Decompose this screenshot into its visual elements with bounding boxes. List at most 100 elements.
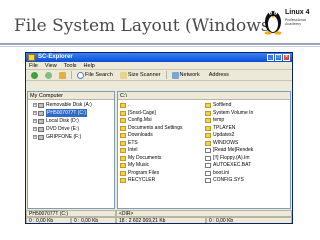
file-name: My Documents [128,154,162,161]
file-name: System Volume In [213,109,254,116]
size-scanner-button[interactable]: Size Scanner [118,71,163,80]
window-titlebar[interactable]: SC-Explorer _ □ × [26,53,292,62]
file-name: [Read Me]Rendek [213,147,254,153]
drive-item[interactable]: + PH5007077T (C:) [28,109,114,117]
drive-label: GRIPFONE (F:) [46,134,82,140]
folder-icon [205,133,211,139]
drive-icon [38,134,44,140]
file-item[interactable]: CONFIG.SYS [205,177,290,185]
folder-icon [205,118,211,124]
drive-item[interactable]: + Removable Disk (A:) [28,101,114,109]
folder-icon [120,125,126,131]
file-item[interactable]: [Read Me]Rendek [205,147,290,155]
status-left-size-2: 0 : 0,00 Kb [71,217,116,223]
folder-item[interactable]: My Documents [120,155,205,163]
file-icon [205,148,211,154]
folder-item[interactable]: [Snsd-Cage] [120,110,205,118]
status-row-top: PH5007077T (C:) <DIR> [26,210,292,217]
drive-item[interactable]: + Local Disk (D:) [28,117,114,125]
folder-item[interactable]: My Music [120,162,205,170]
folder-icon [205,110,211,116]
folder-item[interactable]: Documents and Settings [120,125,205,133]
drive-tree: + Removable Disk (A:) + PH5007077T (C:) + Loc… [28,100,114,141]
file-name: Documents and Settings [128,124,183,131]
folder-item[interactable]: System Volume In [205,110,290,118]
menu-file[interactable]: File [29,62,38,69]
file-name: Downloads [128,132,153,138]
forward-button[interactable] [43,71,54,80]
status-right-size-2: 0 : 0,00 Kb [206,217,292,223]
logo-brand: Linux 4 [285,9,310,16]
file-name: WINDOWS [213,139,239,146]
folder-item[interactable]: Intel [120,147,205,155]
folder-item[interactable]: temp [205,117,290,125]
linux4-logo: Linux 4 Professional Academy [262,5,316,39]
menu-bar: File View Tools Help [26,62,292,70]
expand-icon[interactable]: + [33,103,37,107]
status-right-size: 18 : 2 602 069,21 Kb [116,217,206,223]
folder-icon [120,170,126,176]
expand-icon[interactable]: + [33,127,37,131]
expand-icon[interactable]: + [33,111,37,115]
drive-tree-pane: My Computer + Removable Disk (A:) + PH50070… [27,91,115,209]
drive-label: DVD Drive (E:) [46,126,80,132]
folder-icon [120,118,126,124]
network-button[interactable]: Network [170,71,202,80]
folder-item[interactable]: Updates2 [205,132,290,140]
status-left-size: 0 : 0,00 Kb [26,217,71,223]
file-item[interactable]: boot.ini [205,170,290,178]
file-name: Program Files [128,169,160,176]
window-controls: _ □ × [267,54,290,61]
back-arrow-icon [31,71,38,79]
file-search-button[interactable]: File Search [75,71,115,80]
folder-item[interactable]: .. [120,102,205,110]
size-scanner-label: Size Scanner [127,72,161,78]
status-row-sizes: 0 : 0,00 Kb 0 : 0,00 Kb 18 : 2 602 069,2… [26,217,292,223]
file-name: temp [213,117,225,123]
file-name: boot.ini [213,169,230,176]
file-name: .. [128,102,131,108]
menu-tools[interactable]: Tools [64,62,77,69]
expand-icon[interactable]: + [33,135,37,139]
close-icon[interactable]: × [283,54,290,61]
folder-icon [205,125,211,131]
folder-item[interactable]: TPLAYEN [205,125,290,133]
file-item[interactable]: [!!] Floppy.(A).Im [205,155,290,163]
file-item[interactable]: AUTOEXEC.BAT [205,162,290,170]
folder-item[interactable]: RECYCLER [120,177,205,185]
menu-view[interactable]: View [45,62,57,69]
folder-item[interactable]: Softlend [205,102,290,110]
expand-icon[interactable]: + [33,119,37,123]
explorer-window: SC-Explorer _ □ × File View Tools Help F… [25,52,293,224]
minimize-icon[interactable]: _ [267,54,274,61]
menu-help[interactable]: Help [84,62,95,69]
toolbar-separator [71,71,72,79]
folder-item[interactable]: Config.Msi [120,117,205,125]
network-icon [171,71,179,79]
drive-label: Removable Disk (A:) [46,102,92,108]
file-icon [205,170,211,176]
folder-icon [120,155,126,161]
file-name: AUTOEXEC.BAT [213,162,252,168]
status-dir: <DIR> [116,210,292,217]
folder-item[interactable]: WINDOWS [205,140,290,148]
parent-folder-icon [120,103,126,109]
maximize-icon[interactable]: □ [275,54,282,61]
drive-icon [38,102,44,108]
folder-item[interactable]: Downloads [120,132,205,140]
file-icon [205,163,211,169]
file-name: Updates2 [213,132,235,138]
back-button[interactable] [29,71,40,80]
app-icon [28,54,35,61]
folder-item[interactable]: ETS [120,140,205,148]
address-label: Address [208,72,229,78]
drive-item[interactable]: + GRIPFONE (F:) [28,133,114,141]
drive-icon [38,110,44,116]
drive-item[interactable]: + DVD Drive (E:) [28,125,114,133]
folder-item[interactable]: Program Files [120,170,205,178]
file-name: TPLAYEN [213,124,236,131]
file-list-pane: C:\ .. [Snsd-Cage] Config.Msi Documents and… [117,91,291,209]
up-button[interactable] [57,71,68,80]
panes: My Computer + Removable Disk (A:) + PH50070… [26,91,292,209]
folder-icon [120,110,126,116]
